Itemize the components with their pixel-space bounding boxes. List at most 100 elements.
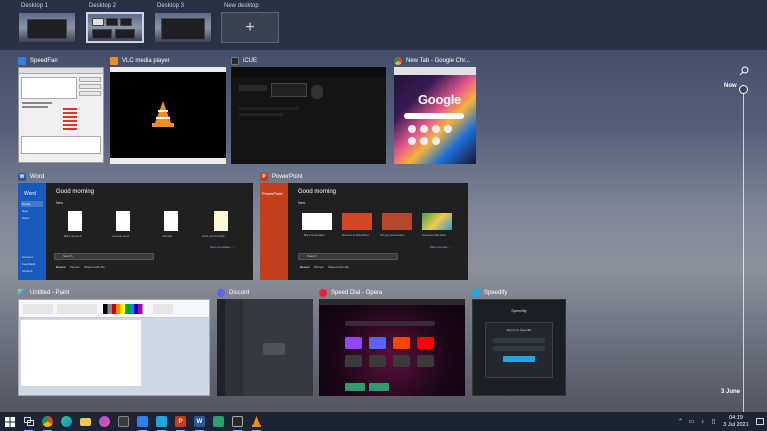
template-table[interactable] bbox=[214, 211, 228, 231]
plus-icon: + bbox=[245, 18, 255, 36]
powerpoint-sidebar: PowerPoint bbox=[260, 183, 288, 280]
template-blank[interactable] bbox=[68, 211, 82, 231]
timeline-track[interactable] bbox=[743, 92, 744, 424]
window-opera[interactable]: Speed Dial - Opera bbox=[319, 286, 465, 398]
new-desktop-label: New desktop bbox=[224, 3, 259, 9]
greeting: Good morning bbox=[298, 189, 337, 195]
desktop-2-thumbnail[interactable] bbox=[86, 12, 144, 43]
timeline-date-label: 3 June bbox=[721, 389, 741, 395]
desktop-2[interactable]: Desktop 2 bbox=[86, 2, 144, 43]
gpu-icon bbox=[213, 416, 224, 427]
word-icon: W bbox=[194, 416, 205, 427]
taskbar-terminal[interactable] bbox=[114, 412, 133, 431]
taskbar-speedify[interactable] bbox=[152, 412, 171, 431]
taskbar-file-explorer[interactable] bbox=[76, 412, 95, 431]
clock-date: 3 Jul 2021 bbox=[723, 421, 749, 428]
taskbar-messenger[interactable] bbox=[95, 412, 114, 431]
taskbar-powerpoint[interactable]: P bbox=[171, 412, 190, 431]
window-title: Speedify bbox=[484, 289, 508, 296]
vlc-icon bbox=[110, 56, 118, 65]
taskbar-word[interactable]: W bbox=[190, 412, 209, 431]
window-word[interactable]: W Word Word Home New Open Account Feedba… bbox=[18, 170, 253, 282]
taskbar-vlc[interactable] bbox=[247, 412, 266, 431]
window-title: SpeedFan bbox=[30, 57, 58, 64]
timeline-now-label: Now bbox=[724, 83, 737, 89]
window-speedfan[interactable]: SpeedFan bbox=[18, 54, 104, 166]
clock-time: 04:19 bbox=[729, 414, 743, 421]
sign-in-button[interactable] bbox=[503, 356, 535, 362]
window-discord[interactable]: Discord bbox=[217, 286, 313, 398]
terminal-icon bbox=[118, 416, 129, 427]
icue-content bbox=[231, 67, 386, 164]
taskbar: P W ⌃ ▭ ♪ ▯ 04:19 3 Jul 2021 bbox=[0, 412, 767, 431]
template-geometric[interactable] bbox=[422, 213, 452, 230]
search-input[interactable]: Search bbox=[298, 253, 398, 260]
desktop-2-label: Desktop 2 bbox=[89, 3, 117, 9]
vlc-content bbox=[110, 67, 226, 164]
taskbar-gpu[interactable] bbox=[209, 412, 228, 431]
template-blank-presentation[interactable] bbox=[302, 213, 332, 230]
taskbar-chrome[interactable] bbox=[38, 412, 57, 431]
task-view-button[interactable] bbox=[19, 412, 38, 431]
new-desktop-button[interactable]: + bbox=[221, 12, 279, 43]
powerpoint-content: PowerPoint Good morning New Blank Presen… bbox=[260, 183, 468, 280]
window-vlc[interactable]: VLC media player bbox=[110, 54, 226, 166]
window-paint[interactable]: Untitled - Paint bbox=[18, 286, 210, 398]
network-icon[interactable]: ▭ bbox=[686, 412, 697, 431]
taskbar-icue[interactable] bbox=[228, 412, 247, 431]
template-ideas[interactable] bbox=[116, 211, 130, 231]
speedify-content: Speedify Sign in to Speedify bbox=[472, 299, 566, 396]
desktop-3-thumbnail[interactable] bbox=[154, 12, 212, 43]
window-title: Word bbox=[30, 173, 45, 180]
taskbar-edge[interactable] bbox=[57, 412, 76, 431]
powerpoint-icon: P bbox=[260, 172, 268, 181]
taskbar-speedfan[interactable] bbox=[133, 412, 152, 431]
powerpoint-icon: P bbox=[175, 416, 186, 427]
paint-ribbon bbox=[19, 300, 209, 318]
clock[interactable]: 04:19 3 Jul 2021 bbox=[719, 415, 753, 429]
speedfan-icon bbox=[137, 416, 148, 427]
windows-logo-icon bbox=[4, 416, 15, 427]
volume-icon[interactable]: ♪ bbox=[697, 412, 708, 431]
speedfan-icon bbox=[18, 56, 26, 65]
discord-content bbox=[217, 299, 313, 396]
paint-icon bbox=[18, 288, 26, 297]
word-sidebar: Word Home New Open Account Feedback Opti… bbox=[18, 183, 46, 280]
search-input[interactable]: Search bbox=[54, 253, 154, 260]
chrome-content: Google bbox=[394, 67, 476, 164]
template-calendar[interactable] bbox=[164, 211, 178, 231]
vlc-icon bbox=[252, 416, 261, 427]
speedfan-content bbox=[18, 67, 104, 163]
template-welcome[interactable] bbox=[342, 213, 372, 230]
speedify-icon bbox=[472, 288, 480, 297]
window-speedify[interactable]: Speedify Speedify Sign in to Speedify bbox=[472, 286, 566, 398]
icue-icon bbox=[231, 56, 239, 65]
desktop-3[interactable]: Desktop 3 bbox=[154, 2, 212, 43]
google-logo: Google bbox=[418, 92, 461, 107]
opera-icon bbox=[319, 288, 327, 297]
search-icon[interactable] bbox=[739, 66, 749, 76]
chevron-up-icon[interactable]: ⌃ bbox=[675, 412, 686, 431]
vlc-cone-icon bbox=[155, 101, 171, 123]
opera-content bbox=[319, 299, 465, 396]
messenger-icon bbox=[99, 416, 110, 427]
window-icue[interactable]: iCUE bbox=[231, 54, 386, 166]
window-title: New Tab - Google Chr... bbox=[406, 57, 470, 64]
window-chrome[interactable]: New Tab - Google Chr... Google bbox=[394, 54, 476, 166]
word-icon: W bbox=[18, 172, 26, 181]
window-title: PowerPoint bbox=[272, 173, 303, 180]
desktop-1[interactable]: Desktop 1 bbox=[18, 2, 76, 43]
template-tell[interactable] bbox=[382, 213, 412, 230]
greeting: Good morning bbox=[56, 189, 95, 195]
desktop-1-thumbnail[interactable] bbox=[18, 12, 76, 43]
window-title: Discord bbox=[229, 289, 250, 296]
battery-icon[interactable]: ▯ bbox=[708, 412, 719, 431]
timeline-handle[interactable] bbox=[739, 85, 748, 94]
new-desktop[interactable]: New desktop + bbox=[221, 2, 279, 43]
window-title: Speed Dial - Opera bbox=[331, 289, 383, 296]
window-title: iCUE bbox=[243, 57, 258, 64]
start-button[interactable] bbox=[0, 412, 19, 431]
edge-icon bbox=[61, 416, 72, 427]
window-powerpoint[interactable]: P PowerPoint PowerPoint Good morning New… bbox=[260, 170, 468, 282]
notification-icon[interactable] bbox=[753, 412, 767, 431]
